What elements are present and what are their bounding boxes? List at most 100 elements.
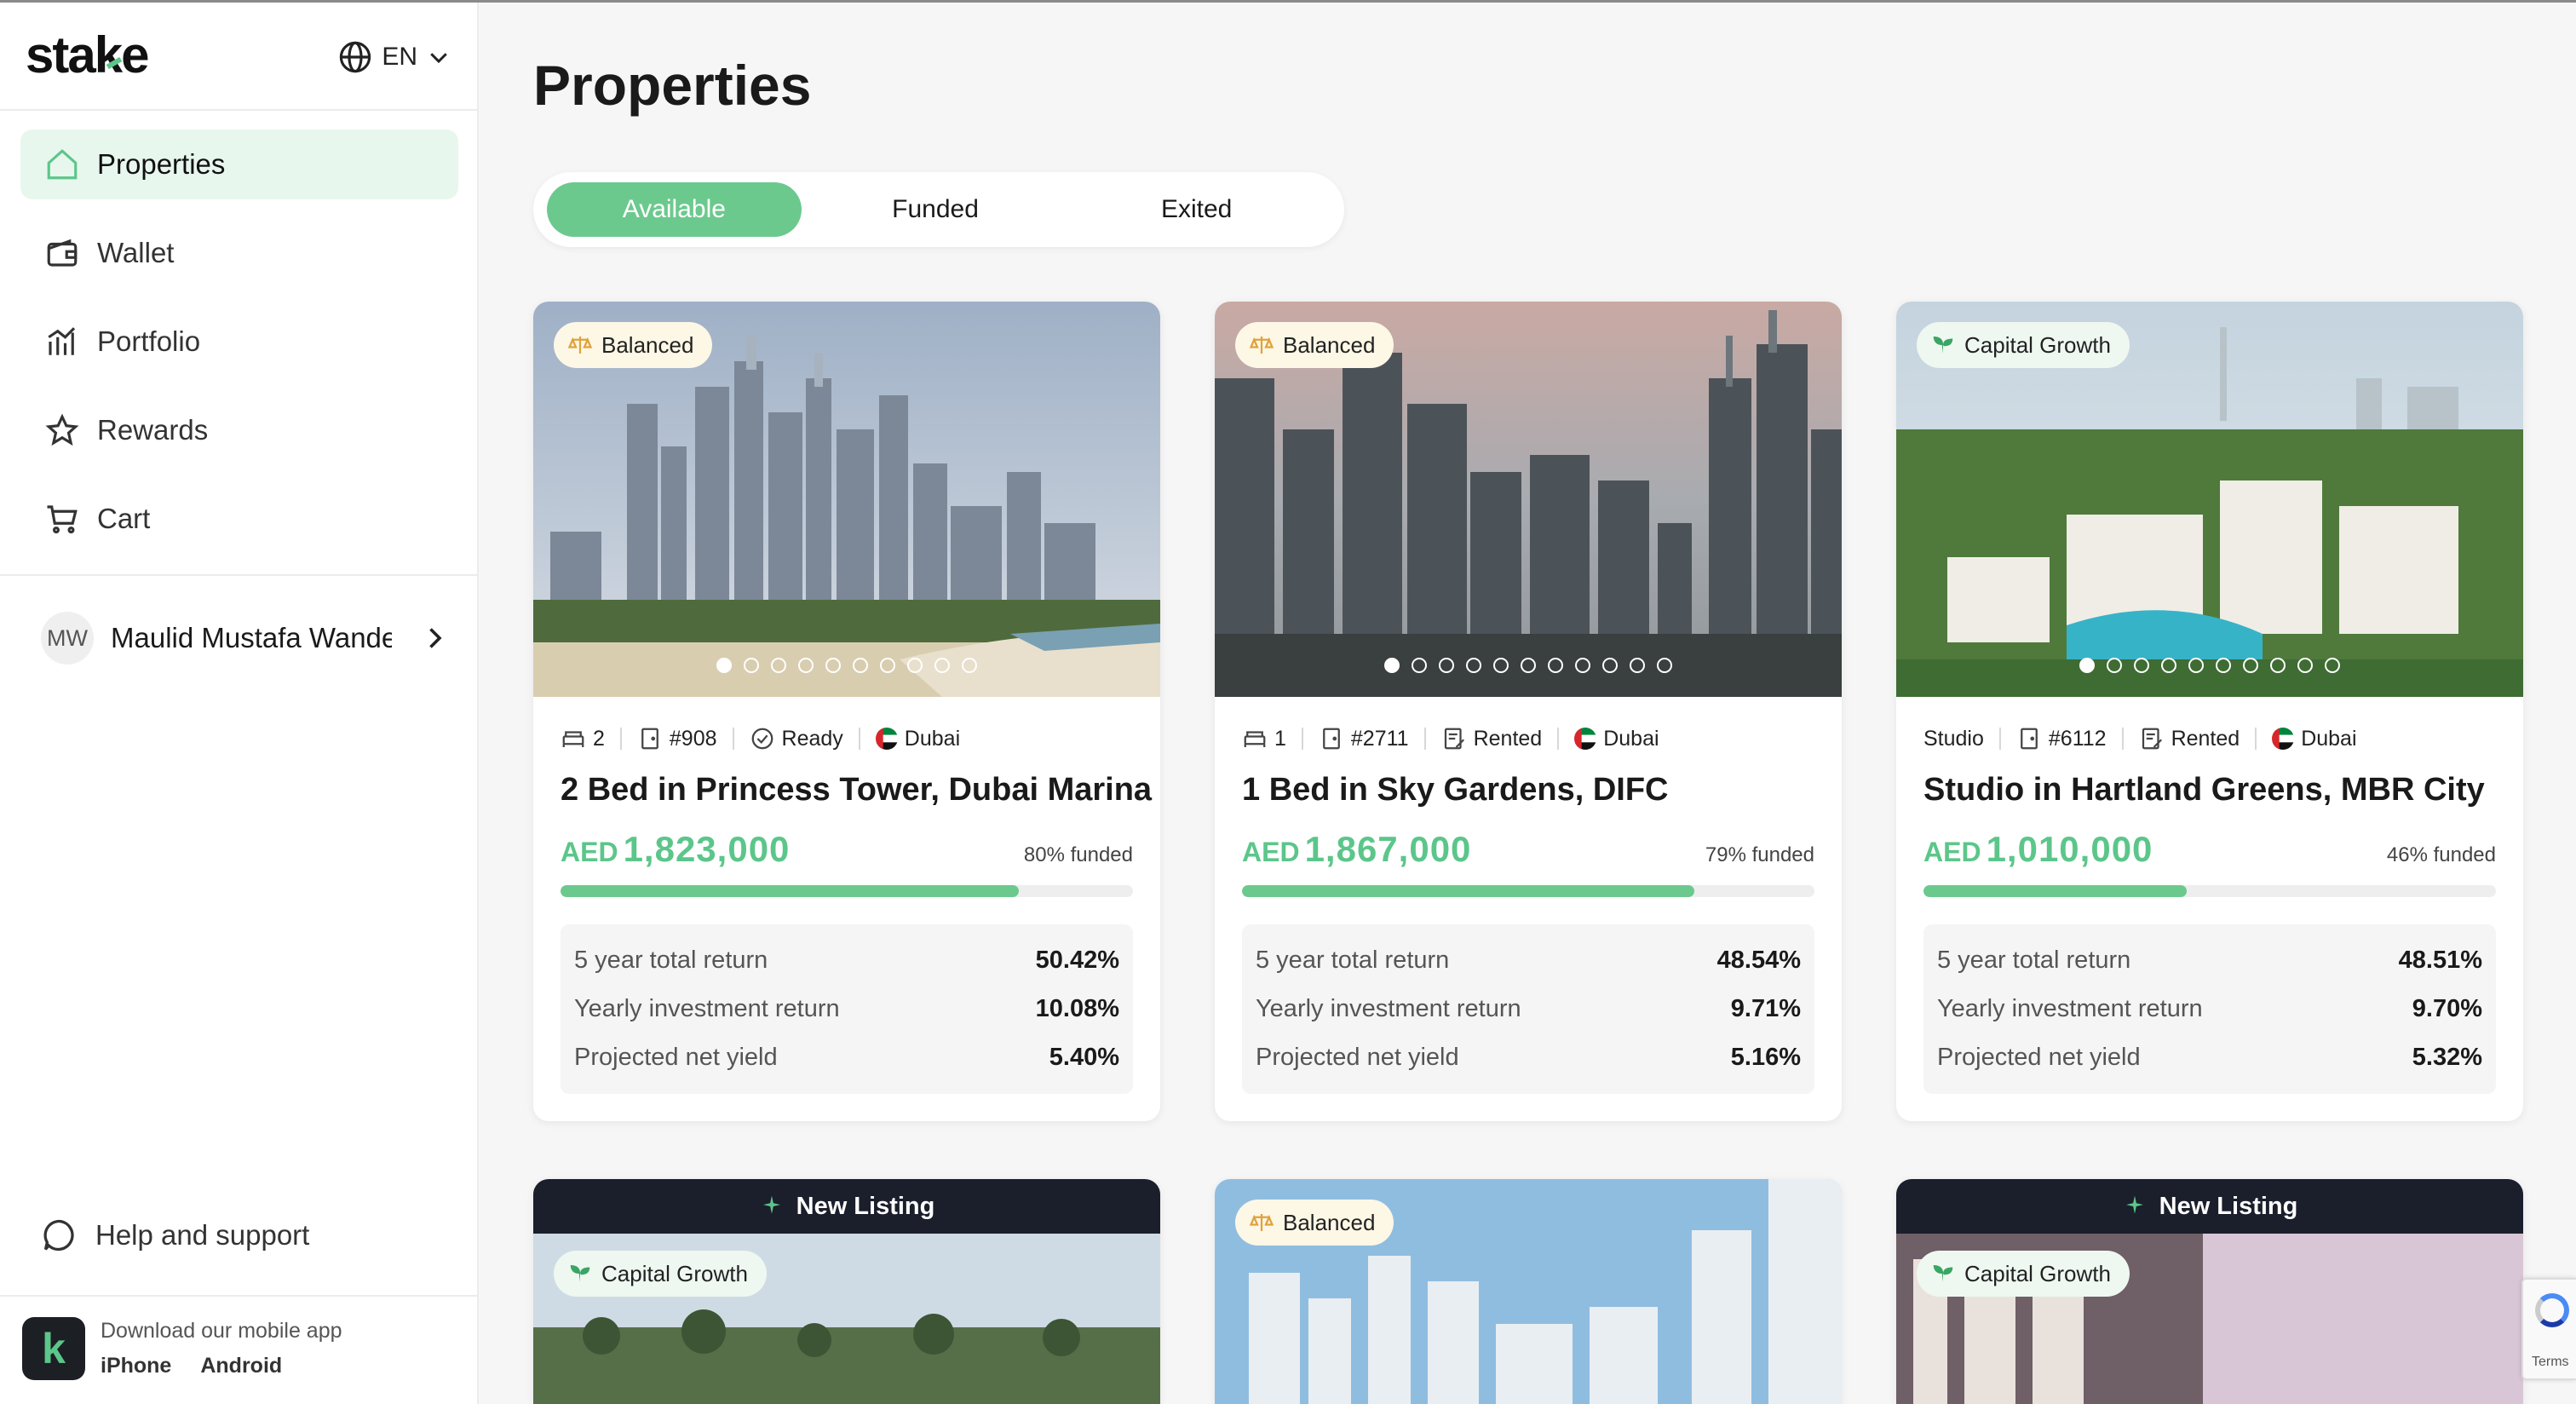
property-city: Dubai	[904, 726, 961, 751]
balance-scale-icon	[1249, 1214, 1274, 1231]
property-price: AED 1,867,000	[1242, 829, 1472, 869]
property-photo[interactable]: Balanced	[533, 302, 1160, 697]
property-title[interactable]: Studio in Hartland Greens, MBR City	[1896, 772, 2523, 808]
stat-value: 5.16%	[1730, 1044, 1801, 1071]
property-card[interactable]: Balanced 2 #908 Ready Dubai 2 Bed in Pri…	[533, 302, 1160, 1121]
strategy-badge: Balanced	[1235, 322, 1394, 368]
property-price: AED 1,010,000	[1923, 829, 2153, 869]
android-download-link[interactable]: Android	[200, 1354, 282, 1378]
property-title[interactable]: 2 Bed in Princess Tower, Dubai Marina	[533, 772, 1160, 808]
badge-label: Capital Growth	[1964, 1260, 2111, 1286]
help-and-support-link[interactable]: Help and support	[41, 1217, 309, 1254]
stat-value: 5.32%	[2412, 1044, 2482, 1071]
property-photo[interactable]: Balanced	[1215, 302, 1842, 697]
avatar: MW	[41, 612, 94, 665]
bedrooms: Studio	[1923, 726, 1984, 751]
user-profile-link[interactable]: MW Maulid Mustafa Wandera	[41, 607, 450, 670]
photo-carousel-dots[interactable]	[1896, 658, 2523, 673]
sidebar-item-label: Cart	[97, 503, 151, 534]
star-icon	[45, 413, 79, 446]
returns-table: 5 year total return 48.51% Yearly investm…	[1923, 924, 2496, 1094]
stat-value: 5.40%	[1049, 1044, 1119, 1071]
property-meta: Studio #6112 Rented Dubai	[1896, 726, 2523, 751]
portfolio-icon	[48, 327, 76, 355]
badge-label: Capital Growth	[601, 1260, 748, 1286]
uae-flag-icon	[1574, 728, 1597, 750]
sprout-icon	[1933, 337, 1953, 354]
new-listing-label: New Listing	[2159, 1192, 2298, 1220]
uae-flag-icon	[875, 728, 898, 750]
cart-icon	[47, 505, 78, 534]
tab-funded[interactable]: Funded	[808, 182, 1063, 237]
property-card[interactable]: Balanced 1 #2711 Rented Dubai 1 Bed in S…	[1215, 302, 1842, 1121]
language-selector[interactable]: EN	[337, 39, 451, 75]
iphone-download-link[interactable]: iPhone	[101, 1354, 171, 1378]
new-listing-banner: New Listing	[1896, 1179, 2523, 1234]
stat-value: 50.42%	[1035, 947, 1119, 974]
stake-logo[interactable]: stake	[26, 26, 149, 84]
sidebar-item-cart[interactable]: Cart	[20, 484, 458, 554]
recaptcha-widget[interactable]: Terms	[2521, 1278, 2576, 1380]
app-root: stake EN Properties Wallet Portfolio Rew…	[0, 0, 2576, 1404]
photo-carousel-dots[interactable]	[1215, 658, 1842, 673]
property-card[interactable]: New Listing Capital Growth	[1896, 1179, 2523, 1404]
window-top-border	[0, 0, 2576, 3]
photo-carousel-dots[interactable]	[533, 658, 1160, 673]
sidebar-item-portfolio[interactable]: Portfolio	[20, 307, 458, 377]
chevron-down-icon	[430, 53, 447, 64]
stat-label: Projected net yield	[1937, 1044, 2141, 1071]
stake-app-icon: k	[22, 1317, 85, 1380]
property-status: Rented	[1473, 726, 1543, 751]
language-label: EN	[382, 43, 417, 71]
property-meta: 2 #908 Ready Dubai	[533, 726, 1160, 751]
wallet-icon	[47, 239, 78, 267]
home-icon	[47, 149, 78, 180]
funding-progress-bar	[561, 885, 1133, 897]
funded-percent: 79% funded	[1705, 843, 1814, 866]
badge-label: Balanced	[1283, 331, 1376, 358]
contract-icon	[1444, 728, 1464, 750]
strategy-badge: Balanced	[1235, 1200, 1394, 1246]
sprout-icon	[1933, 1265, 1953, 1282]
bedrooms: 1	[1274, 726, 1286, 751]
uae-flag-icon	[2272, 728, 2295, 750]
user-name: Maulid Mustafa Wandera	[111, 622, 392, 653]
balance-scale-icon	[1249, 337, 1274, 354]
property-photo[interactable]: Capital Growth	[533, 1234, 1160, 1404]
stat-label: 5 year total return	[574, 947, 768, 974]
sidebar-footer-divider	[0, 1295, 479, 1297]
property-card[interactable]: Capital Growth Studio #6112 Rented Dubai…	[1896, 302, 2523, 1121]
property-title[interactable]: 1 Bed in Sky Gardens, DIFC	[1215, 772, 1842, 808]
sidebar-item-properties[interactable]: Properties	[20, 129, 458, 199]
strategy-badge: Capital Growth	[1917, 322, 2130, 368]
sparkle-icon	[762, 1195, 780, 1214]
sidebar-item-label: Rewards	[97, 414, 209, 446]
stat-value: 48.51%	[2398, 947, 2482, 974]
recaptcha-terms-link[interactable]: Terms	[2532, 1355, 2569, 1370]
globe-icon	[340, 41, 371, 73]
door-icon	[641, 728, 658, 750]
promo-title: Download our mobile app	[101, 1319, 342, 1343]
bed-icon	[1244, 731, 1266, 747]
property-card[interactable]: Balanced	[1215, 1179, 1842, 1404]
property-photo[interactable]: Balanced	[1215, 1179, 1842, 1404]
stat-value: 9.70%	[2412, 995, 2482, 1022]
sparkle-icon	[2125, 1195, 2143, 1214]
stat-label: Yearly investment return	[574, 995, 840, 1022]
funding-progress-bar	[1923, 885, 2496, 897]
sidebar-item-label: Wallet	[97, 237, 175, 268]
funded-percent: 80% funded	[1023, 843, 1133, 866]
property-photo[interactable]: Capital Growth	[1896, 302, 2523, 697]
door-icon	[2021, 728, 2038, 750]
funded-percent: 46% funded	[2386, 843, 2496, 866]
sidebar: stake EN Properties Wallet Portfolio Rew…	[0, 0, 479, 1404]
property-status-tabs: Available Funded Exited	[533, 172, 1344, 247]
sidebar-item-rewards[interactable]: Rewards	[20, 395, 458, 465]
stat-label: Yearly investment return	[1256, 995, 1521, 1022]
property-card[interactable]: New Listing Capital Growth	[533, 1179, 1160, 1404]
stat-label: Projected net yield	[574, 1044, 778, 1071]
tab-exited[interactable]: Exited	[1069, 182, 1324, 237]
property-photo[interactable]: Capital Growth	[1896, 1234, 2523, 1404]
sidebar-item-wallet[interactable]: Wallet	[20, 218, 458, 288]
tab-available[interactable]: Available	[547, 182, 802, 237]
